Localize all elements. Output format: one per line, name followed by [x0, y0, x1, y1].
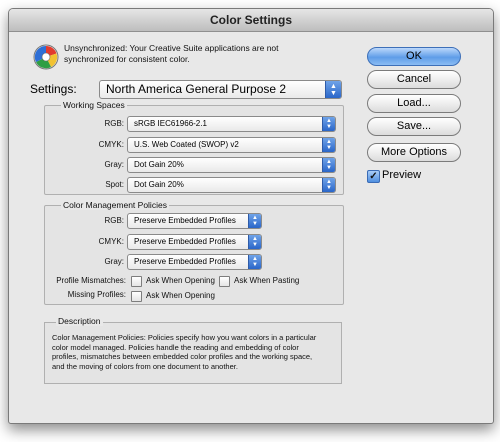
profile-mismatches-label: Profile Mismatches:	[56, 276, 126, 285]
chevron-updown-icon: ▲ ▼	[248, 235, 261, 249]
policy-cmyk-label: CMYK:	[98, 237, 124, 246]
policy-cmyk-select[interactable]: Preserve Embedded Profiles ▲ ▼	[127, 234, 262, 250]
window-title: Color Settings	[9, 9, 493, 32]
description-title: Description	[56, 316, 103, 326]
mismatch-ask-pasting-label: Ask When Pasting	[234, 276, 300, 285]
more-options-button[interactable]: More Options	[367, 143, 461, 162]
policy-rgb-select[interactable]: Preserve Embedded Profiles ▲ ▼	[127, 213, 262, 229]
ws-rgb-select[interactable]: sRGB IEC61966-2.1 ▲ ▼	[127, 116, 336, 132]
chevron-updown-icon: ▲ ▼	[322, 178, 335, 192]
unsynchronized-message: Unsynchronized: Your Creative Suite appl…	[64, 43, 279, 64]
policy-rgb-label: RGB:	[104, 216, 124, 225]
ws-spot-label: Spot:	[105, 180, 124, 189]
policy-gray-label: Gray:	[104, 257, 124, 266]
chevron-updown-icon: ▲ ▼	[322, 158, 335, 172]
ws-spot-select[interactable]: Dot Gain 20% ▲ ▼	[127, 177, 336, 193]
mismatch-ask-opening-label: Ask When Opening	[146, 276, 215, 285]
working-spaces-title: Working Spaces	[61, 100, 127, 110]
checkmark-icon: ✓	[369, 171, 378, 182]
preview-label: Preview	[382, 169, 422, 181]
missing-ask-opening-checkbox[interactable]	[131, 291, 142, 302]
ws-gray-select[interactable]: Dot Gain 20% ▲ ▼	[127, 157, 336, 173]
chevron-updown-icon: ▲ ▼	[325, 81, 341, 98]
cancel-button[interactable]: Cancel	[367, 70, 461, 89]
description-text: Color Management Policies: Policies spec…	[52, 333, 317, 371]
missing-profiles-label: Missing Profiles:	[67, 290, 126, 299]
ok-button[interactable]: OK	[367, 47, 461, 66]
mismatch-ask-pasting-checkbox[interactable]	[219, 276, 230, 287]
ws-rgb-label: RGB:	[104, 119, 124, 128]
chevron-updown-icon: ▲ ▼	[322, 117, 335, 131]
mismatch-ask-opening-checkbox[interactable]	[131, 276, 142, 287]
ws-cmyk-select[interactable]: U.S. Web Coated (SWOP) v2 ▲ ▼	[127, 137, 336, 153]
missing-ask-opening-label: Ask When Opening	[146, 291, 215, 300]
policy-gray-select[interactable]: Preserve Embedded Profiles ▲ ▼	[127, 254, 262, 270]
policies-title: Color Management Policies	[61, 200, 169, 210]
settings-select[interactable]: North America General Purpose 2 ▲ ▼	[99, 80, 342, 99]
chevron-updown-icon: ▲ ▼	[248, 255, 261, 269]
settings-label: Settings:	[30, 82, 77, 96]
unsynchronized-warning-icon	[33, 44, 59, 70]
chevron-updown-icon: ▲ ▼	[322, 138, 335, 152]
ws-cmyk-label: CMYK:	[98, 140, 124, 149]
chevron-updown-icon: ▲ ▼	[248, 214, 261, 228]
save-button[interactable]: Save...	[367, 117, 461, 136]
load-button[interactable]: Load...	[367, 94, 461, 113]
preview-checkbox[interactable]: ✓	[367, 170, 380, 183]
ws-gray-label: Gray:	[104, 160, 124, 169]
